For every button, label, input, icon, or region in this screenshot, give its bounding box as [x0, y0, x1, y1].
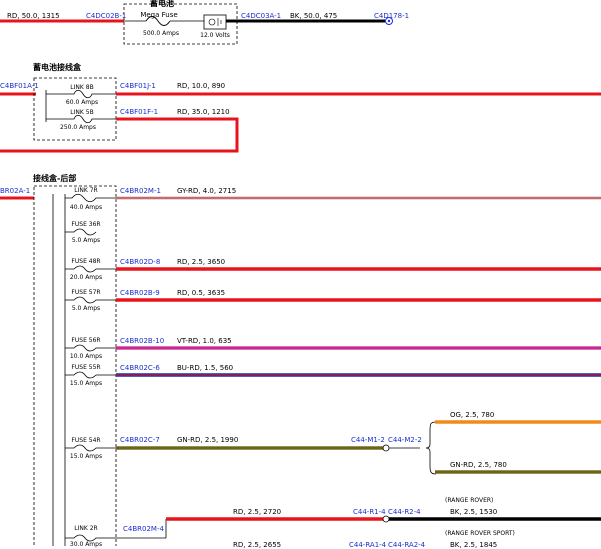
connector-c4br02c-6[interactable]: C4BR02C-6 [120, 364, 160, 372]
rear-box-title: 接线盒-后部 [33, 174, 77, 183]
wire-label-battery-positive: RD, 50.0, 1315 [7, 12, 60, 20]
fuse-54r-rating: 15.0 Amps [69, 453, 103, 460]
mega-fuse-rating: 500.0 Amps [143, 30, 179, 37]
wire-label-vt-rd: VT-RD, 1.0, 635 [177, 337, 232, 345]
connector-c4br02m-4[interactable]: C4BR02M-4 [123, 525, 164, 533]
fuse-57r-symbol [65, 296, 116, 304]
battery-title: 蓄电池 [150, 0, 174, 8]
wire-label-og: OG, 2.5, 780 [450, 411, 495, 419]
wire-link-5b-out [0, 117, 239, 153]
connector-junction-input[interactable]: C4BF01A-1 [0, 82, 39, 90]
link-8b-rating: 60.0 Amps [65, 99, 99, 106]
connector-c44-m2-2[interactable]: C44-M2-2 [388, 436, 422, 444]
link-5b-rating: 250.0 Amps [60, 124, 96, 131]
fuse-56r-symbol [65, 344, 116, 352]
link-7r-symbol [65, 193, 116, 203]
connector-c4bf01f-1[interactable]: C4BF01F-1 [120, 108, 158, 116]
wire-label-rd-2720: RD, 2.5, 2720 [233, 508, 282, 516]
splice-brace [425, 421, 437, 475]
mega-fuse-name: Mega Fuse [140, 11, 178, 19]
connector-c44-ra2-4[interactable]: C44-RA2-4 [388, 541, 425, 549]
connector-c4dc02b-1[interactable]: C4DC02B-1 [86, 12, 126, 20]
wiring-diagram [0, 3, 601, 546]
connector-rear-input[interactable]: BR02A-1 [0, 187, 30, 195]
fuse-48r-name: FUSE 48R [71, 258, 101, 265]
wire-label-link-8b: RD, 10.0, 890 [177, 82, 226, 90]
fuse-57r-name: FUSE 57R [71, 289, 101, 296]
splice-connector-icon [382, 444, 390, 452]
wire-label-gy-rd: GY-RD, 4.0, 2715 [177, 187, 237, 195]
connector-c4bf01j-1[interactable]: C4BF01J-1 [120, 82, 156, 90]
connector-c4br02b-9[interactable]: C4BR02B-9 [120, 289, 160, 297]
ground-terminal-dot [387, 19, 391, 23]
range-rover-sport-label: (RANGE ROVER SPORT) [445, 530, 515, 537]
battery-voltage: 12.0 Volts [200, 32, 230, 39]
fuse-56r-name: FUSE 56R [71, 337, 101, 344]
fuse-36r-rating: 5.0 Amps [71, 237, 101, 244]
fuse-48r-rating: 20.0 Amps [69, 274, 103, 281]
fuse-54r-name: FUSE 54R [71, 437, 101, 444]
wire-label-link-5b: RD, 35.0, 1210 [177, 108, 230, 116]
wire-label-fuse-48r: RD, 2.5, 3650 [177, 258, 226, 266]
connector-c4d178-1[interactable]: C4D178-1 [374, 12, 409, 20]
fuse-36r-symbol [65, 228, 97, 236]
connector-c4br02m-1[interactable]: C4BR02M-1 [120, 187, 161, 195]
fuse-57r-rating: 5.0 Amps [71, 305, 101, 312]
battery-plus-icon [208, 18, 216, 26]
wire-label-fuse-57r: RD, 0.5, 3635 [177, 289, 226, 297]
wire-label-bu-rd: BU-RD, 1.5, 560 [177, 364, 234, 372]
connector-c4br02c-7[interactable]: C4BR02C-7 [120, 436, 160, 444]
connector-c4br02b-10[interactable]: C4BR02B-10 [120, 337, 164, 345]
fuse-48r-symbol [65, 265, 116, 273]
wire-label-gn-rd: GN-RD, 2.5, 1990 [177, 436, 239, 444]
fuse-55r-name: FUSE 55R [71, 364, 101, 371]
fuse-55r-rating: 15.0 Amps [69, 380, 103, 387]
fuse-36r-name: FUSE 36R [71, 221, 101, 228]
wire-label-battery-negative: BK, 50.0, 475 [290, 12, 338, 20]
link-2r-name: LINK 2R [74, 525, 98, 532]
connector-c44-r1-4[interactable]: C44-R1-4 [353, 508, 386, 516]
connector-c4br02d-8[interactable]: C4BR02D-8 [120, 258, 160, 266]
fuse-54r-symbol [65, 444, 116, 452]
range-rover-label: (RANGE ROVER) [445, 497, 494, 504]
link-7r-name: LINK 7R [74, 187, 98, 194]
wire-label-gn-rd-branch: GN-RD, 2.5, 780 [450, 461, 507, 469]
link-8b-name: LINK 8B [70, 84, 94, 91]
wire-label-bk-range-rover: BK, 2.5, 1530 [450, 508, 498, 516]
fuse-55r-symbol [65, 371, 116, 379]
connector-c44-ra1-4[interactable]: C44-RA1-4 [349, 541, 386, 549]
connector-c44-r2-4[interactable]: C44-R2-4 [388, 508, 421, 516]
range-rover-connector-icon [382, 515, 390, 523]
wire-label-rd-2655: RD, 2.5, 2655 [233, 541, 282, 549]
connector-c44-m1-2[interactable]: C44-M1-2 [351, 436, 385, 444]
link-7r-rating: 40.0 Amps [69, 204, 103, 211]
link-5b-name: LINK 5B [70, 109, 94, 116]
fuse-56r-rating: 10.0 Amps [69, 353, 103, 360]
wire-label-bk-range-rover-sport: BK, 2.5, 1845 [450, 541, 498, 549]
connector-c4dc03a-1[interactable]: C4DC03A-1 [241, 12, 281, 20]
link-2r-rating: 30.0 Amps [69, 541, 103, 548]
junction-box-title: 蓄电池接线盒 [33, 63, 81, 72]
